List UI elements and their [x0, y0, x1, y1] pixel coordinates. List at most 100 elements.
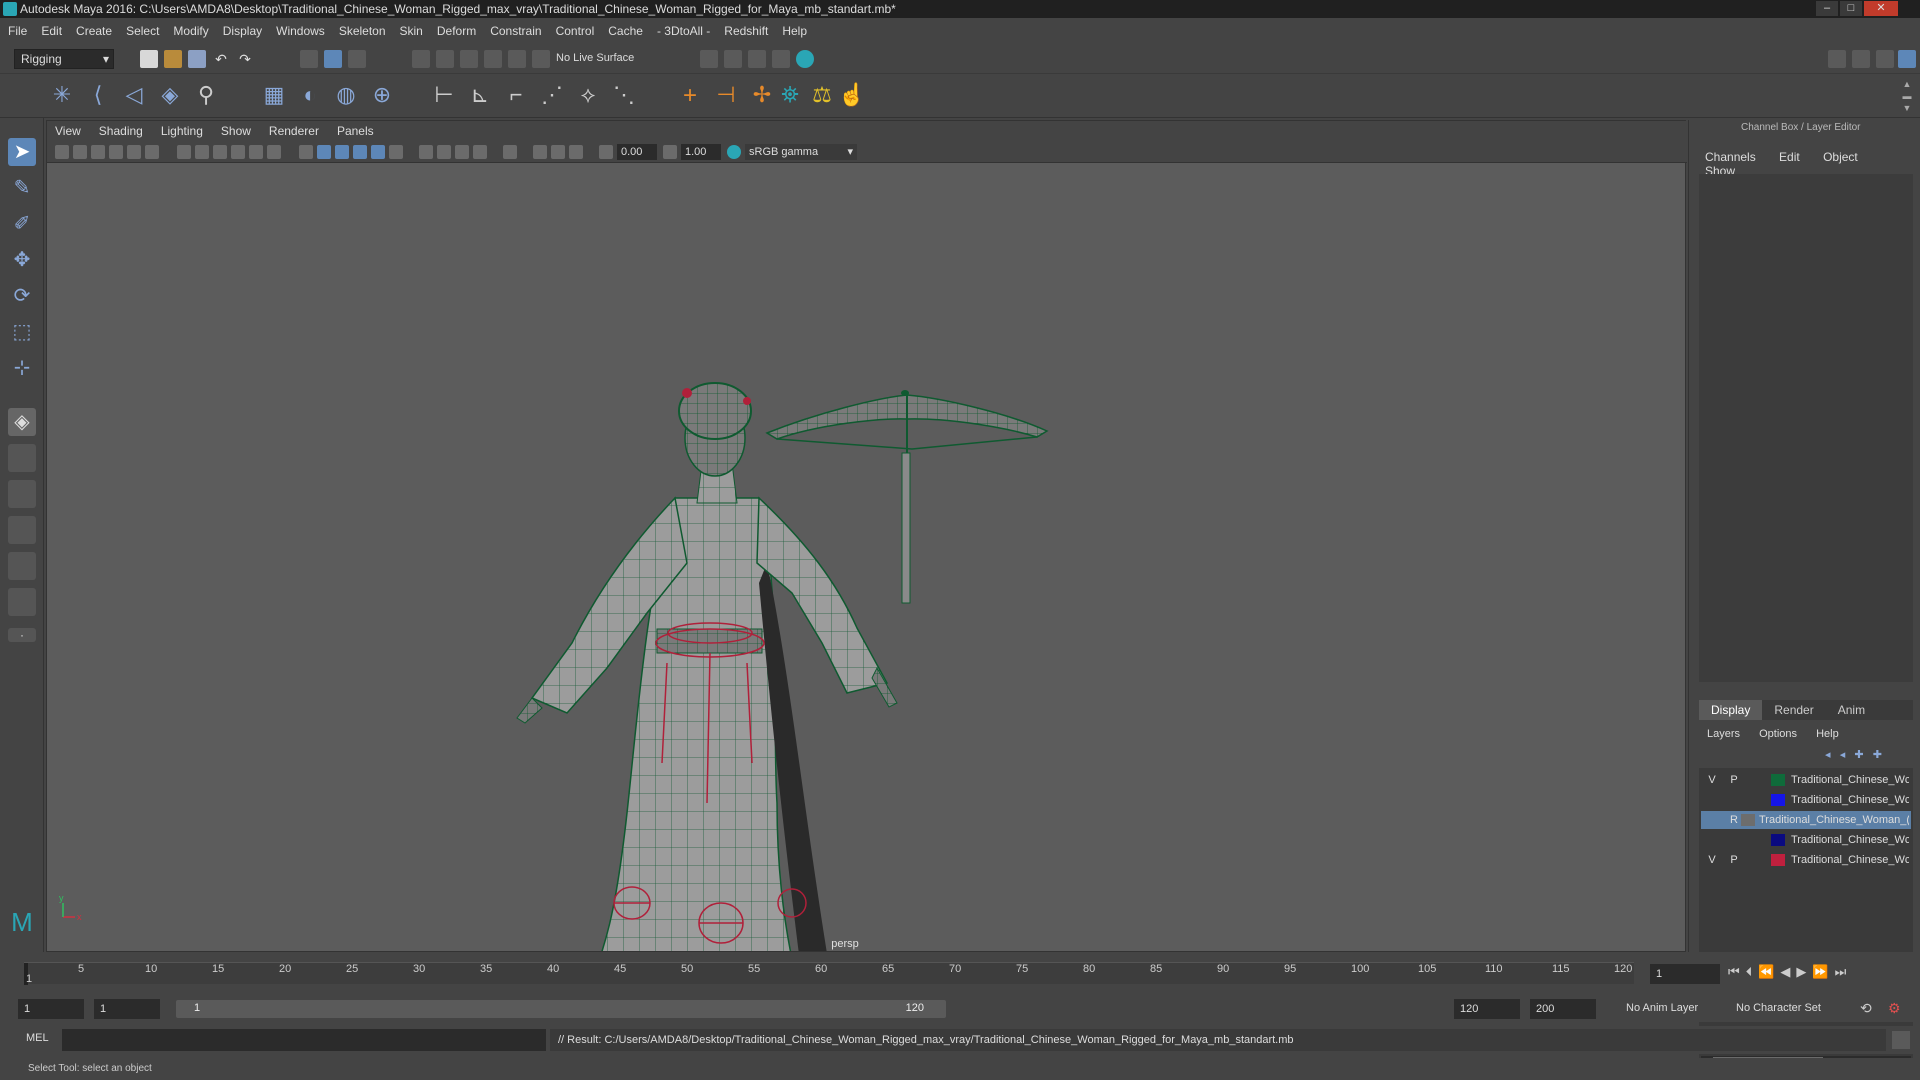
isolate-select-icon[interactable]	[503, 145, 517, 159]
layer-row[interactable]: Traditional_Chinese_Wc	[1701, 831, 1911, 849]
hypershade-layout-icon[interactable]	[8, 552, 36, 580]
menu-create[interactable]: Create	[76, 24, 112, 38]
options-menu[interactable]: Options	[1759, 728, 1797, 740]
step-back-key-icon[interactable]: ⏪	[1758, 964, 1780, 979]
safe-action-icon[interactable]	[267, 145, 281, 159]
character-set-dropdown[interactable]: No Character Set	[1736, 1002, 1821, 1014]
single-perspective-layout-icon[interactable]: ◈	[8, 408, 36, 436]
time-slider[interactable]: 1 5 10 15 20 25 30 35 40 45 50 55 60 65 …	[24, 962, 1634, 985]
undo-icon[interactable]: ↶	[212, 50, 230, 68]
select-object-icon[interactable]	[324, 50, 342, 68]
panel-menu-panels[interactable]: Panels	[337, 124, 374, 138]
layer-color-swatch[interactable]	[1771, 794, 1785, 806]
render-frame-icon[interactable]	[724, 50, 742, 68]
image-plane-icon[interactable]	[109, 145, 123, 159]
animation-start-field[interactable]: 1	[18, 999, 84, 1019]
playback-end-field[interactable]: 120	[1454, 999, 1520, 1019]
menu-select[interactable]: Select	[126, 24, 159, 38]
modeling-toolkit-icon[interactable]	[1828, 50, 1846, 68]
scale-constraint-icon[interactable]: ⚖	[808, 82, 836, 110]
more-layouts-icon[interactable]: ·	[8, 628, 36, 642]
hypershade-icon[interactable]	[796, 50, 814, 68]
channel-box-toggle-icon[interactable]	[1898, 50, 1916, 68]
film-gate-icon[interactable]	[195, 145, 209, 159]
bind-skin-icon[interactable]: ⊢	[430, 82, 458, 110]
new-scene-icon[interactable]	[140, 50, 158, 68]
persp-uv-layout-icon[interactable]	[8, 588, 36, 616]
xray-joints-icon[interactable]	[551, 145, 565, 159]
grease-pencil-icon[interactable]	[127, 145, 141, 159]
layer-color-swatch[interactable]	[1771, 774, 1785, 786]
gamma-field[interactable]: 1.00	[681, 144, 721, 160]
redo-icon[interactable]: ↷	[236, 50, 254, 68]
bookmark-icon[interactable]	[91, 145, 105, 159]
render-view-icon[interactable]	[700, 50, 718, 68]
new-layer-selected-icon[interactable]: ✚	[1873, 749, 1882, 761]
resolution-gate-icon[interactable]	[213, 145, 227, 159]
panel-menu-lighting[interactable]: Lighting	[161, 124, 203, 138]
menuset-dropdown[interactable]: Rigging ▾	[14, 49, 114, 69]
aim-constraint-icon[interactable]: ⊣	[712, 82, 740, 110]
shadows-icon[interactable]	[389, 145, 403, 159]
select-camera-icon[interactable]	[55, 145, 69, 159]
persp-outliner-layout-icon[interactable]	[8, 480, 36, 508]
wireframe-icon[interactable]	[299, 145, 313, 159]
menu-file[interactable]: File	[8, 24, 27, 38]
menu-3dtoall[interactable]: - 3DtoAll -	[657, 24, 710, 38]
layer-row[interactable]: V P Traditional_Chinese_Wc	[1701, 851, 1911, 869]
2d-pan-zoom-icon[interactable]	[145, 145, 159, 159]
playback-start-field[interactable]: 1	[94, 999, 160, 1019]
maximize-button[interactable]: □	[1840, 1, 1862, 16]
layers-menu[interactable]: Layers	[1707, 728, 1740, 740]
menu-cache[interactable]: Cache	[608, 24, 643, 38]
tab-display[interactable]: Display	[1699, 700, 1763, 720]
layer-color-swatch[interactable]	[1771, 834, 1785, 846]
field-chart-icon[interactable]	[249, 145, 263, 159]
wire-icon[interactable]: ⊕	[368, 82, 396, 110]
attribute-editor-icon[interactable]	[1852, 50, 1870, 68]
cluster-icon[interactable]: ◐	[296, 82, 324, 110]
script-editor-icon[interactable]	[1892, 1031, 1910, 1049]
detach-skin-icon[interactable]: ⋰	[538, 82, 566, 110]
snap-curve-icon[interactable]	[436, 50, 454, 68]
wireframe-on-shaded-icon[interactable]	[335, 145, 349, 159]
wrap-icon[interactable]: ◍	[332, 82, 360, 110]
exposure-field[interactable]: 0.00	[617, 144, 657, 160]
viewport-panel[interactable]: View Shading Lighting Show Renderer Pane…	[46, 120, 1687, 952]
step-forward-key-icon[interactable]: ⏩	[1812, 964, 1834, 979]
camera-attributes-icon[interactable]	[73, 145, 87, 159]
step-back-frame-icon[interactable]: ⏴	[1746, 964, 1759, 979]
menu-deform[interactable]: Deform	[437, 24, 476, 38]
scene-canvas[interactable]: x y persp	[47, 163, 1687, 951]
new-layer-icon[interactable]: ✚	[1854, 749, 1863, 761]
color-space-dropdown[interactable]: sRGB gamma ▾	[745, 144, 857, 160]
menu-redshift[interactable]: Redshift	[724, 24, 768, 38]
render-settings-icon[interactable]	[772, 50, 790, 68]
motion-blur-icon[interactable]	[437, 145, 451, 159]
play-forward-icon[interactable]: ▶	[1796, 964, 1812, 979]
gamma-icon[interactable]	[663, 145, 677, 159]
layer-playback[interactable]: P	[1727, 771, 1741, 789]
tab-anim[interactable]: Anim	[1826, 700, 1877, 720]
auto-key-icon[interactable]: ⟲	[1860, 1000, 1878, 1018]
go-to-end-icon[interactable]: ⏭	[1835, 964, 1853, 979]
script-mode-label[interactable]: MEL	[26, 1032, 49, 1044]
live-surface-label[interactable]: No Live Surface	[556, 52, 634, 64]
layer-row-selected[interactable]: R Traditional_Chinese_Woman_(	[1701, 811, 1911, 829]
screen-space-ao-icon[interactable]	[419, 145, 433, 159]
range-slider[interactable]: 1 120	[176, 1000, 946, 1018]
color-management-icon[interactable]	[727, 145, 741, 159]
panel-menu-renderer[interactable]: Renderer	[269, 124, 319, 138]
xray-components-icon[interactable]	[569, 145, 583, 159]
nonlinear-icon[interactable]: ⋱	[610, 82, 638, 110]
layer-playback[interactable]: P	[1727, 851, 1741, 869]
ik-spline-icon[interactable]: ◁	[120, 82, 148, 110]
snap-grid-icon[interactable]	[412, 50, 430, 68]
menu-edit[interactable]: Edit	[41, 24, 62, 38]
menu-control[interactable]: Control	[556, 24, 595, 38]
select-tool-icon[interactable]: ➤	[8, 138, 36, 166]
lattice-icon[interactable]: ▦	[260, 82, 288, 110]
snap-point-icon[interactable]	[460, 50, 478, 68]
xray-icon[interactable]	[533, 145, 547, 159]
layer-visibility[interactable]: V	[1705, 771, 1719, 789]
